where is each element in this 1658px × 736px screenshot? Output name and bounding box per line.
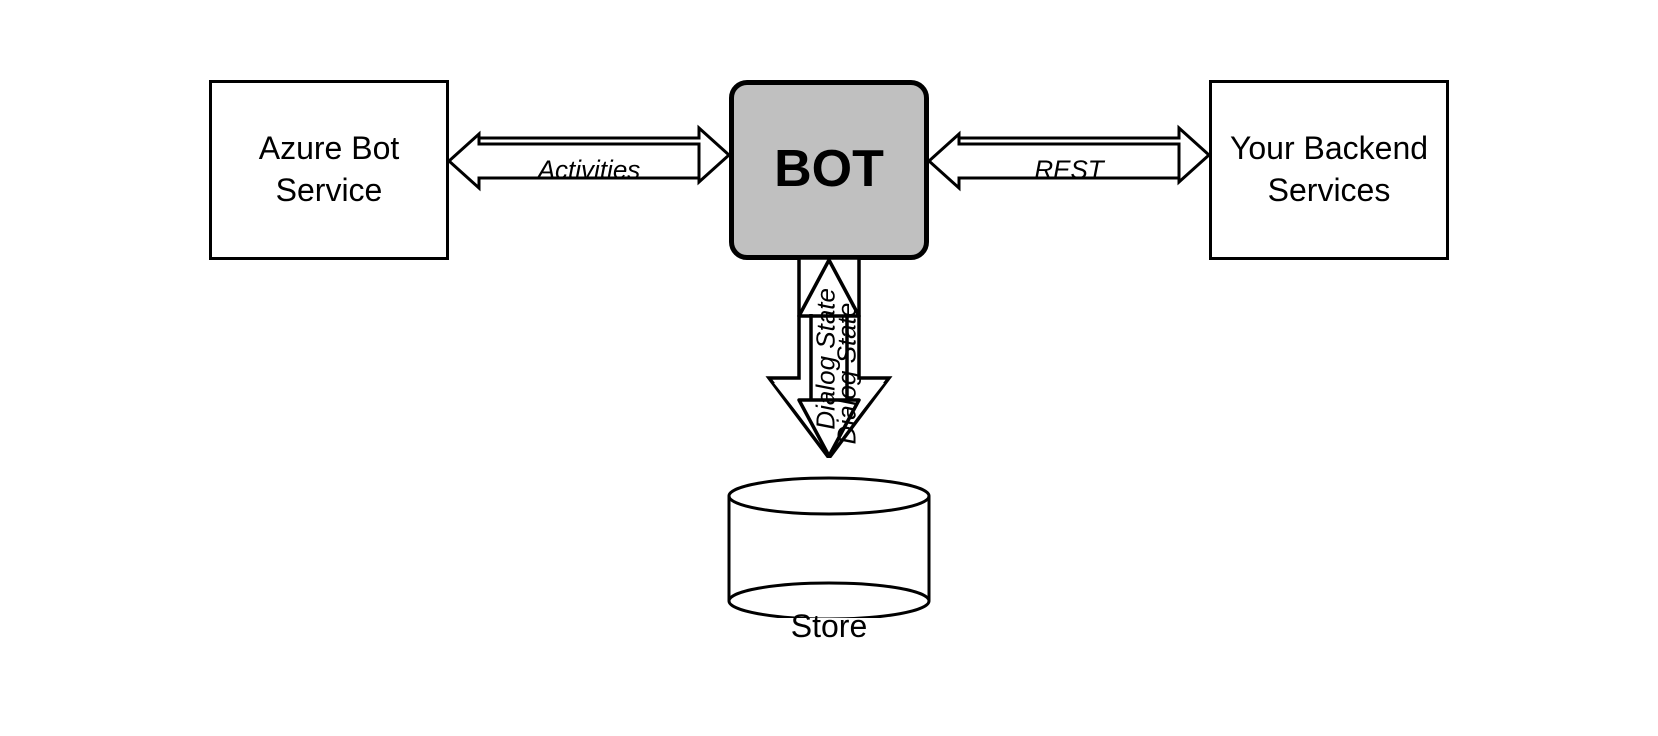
store-cylinder-svg (724, 468, 934, 618)
azure-bot-service-box: Azure Bot Service (209, 80, 449, 260)
dialog-state-label-wrapper: Dialog State (832, 303, 863, 445)
azure-bot-service-label: Azure Bot Service (259, 128, 400, 211)
dialog-state-label-text: Dialog State (832, 303, 862, 445)
bot-box: BOT (729, 80, 929, 260)
store-container: Store (724, 468, 934, 645)
dialog-state-arrow-container: Dialog State Dialog State (729, 258, 929, 458)
rest-label: REST (1034, 155, 1103, 186)
main-row: Azure Bot Service Activities BOT (0, 80, 1658, 260)
bot-label: BOT (774, 136, 884, 204)
activities-label: Activities (538, 155, 641, 186)
backend-services-box: Your Backend Services (1209, 80, 1449, 260)
vertical-section: Dialog State Dialog State Store (724, 258, 934, 645)
activities-arrow-container: Activities (449, 110, 729, 230)
diagram-container: Azure Bot Service Activities BOT (0, 0, 1658, 736)
backend-services-label: Your Backend Services (1230, 128, 1428, 211)
store-label: Store (791, 608, 867, 645)
rest-arrow-container: REST (929, 110, 1209, 230)
